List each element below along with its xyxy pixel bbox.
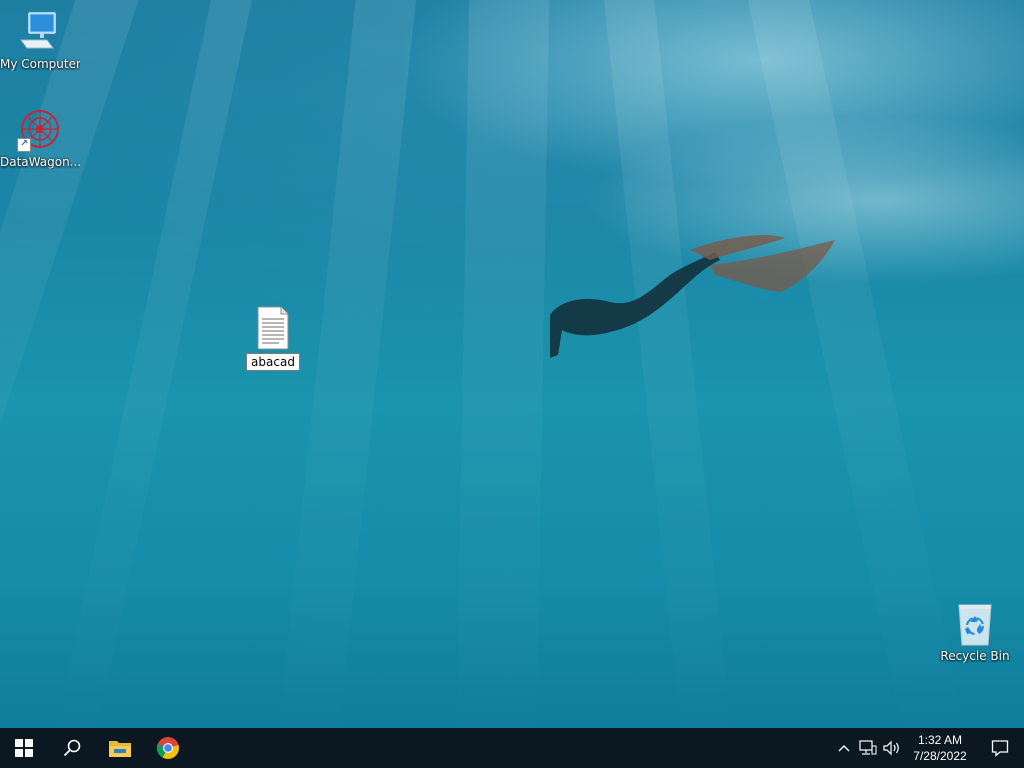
- file-explorer-icon: [109, 741, 131, 757]
- start-button[interactable]: [0, 728, 48, 768]
- light-ray: [455, 0, 550, 728]
- clock[interactable]: 1:32 AM 7/28/2022: [904, 732, 976, 764]
- volume-button[interactable]: [880, 728, 904, 768]
- network-icon: [859, 740, 877, 755]
- taskbar-file-explorer[interactable]: [96, 728, 144, 768]
- desktop-background[interactable]: My Computer ↗ DataWagon... abacad Recycl…: [0, 0, 1024, 728]
- shortcut-arrow-icon: ↗: [17, 138, 31, 152]
- computer-icon: [17, 10, 61, 54]
- notification-icon: [991, 740, 1009, 757]
- clock-date: 7/28/2022: [913, 749, 967, 763]
- desktop-icon-label: DataWagon...: [0, 155, 80, 169]
- text-file-icon: [251, 306, 295, 350]
- desktop-icon-recycle-bin[interactable]: Recycle Bin: [936, 602, 1014, 663]
- recycle-bin-icon: [953, 602, 997, 646]
- search-button[interactable]: [48, 728, 96, 768]
- desktop-icon-abacad[interactable]: abacad: [234, 306, 312, 371]
- freediver-silhouette: [550, 235, 835, 358]
- desktop-icon-my-computer[interactable]: My Computer: [0, 10, 80, 71]
- show-hidden-icons-button[interactable]: [832, 728, 856, 768]
- windows-logo-icon: [15, 739, 33, 757]
- desktop-icon-label: My Computer: [0, 57, 80, 71]
- desktop-icon-label: Recycle Bin: [940, 649, 1010, 663]
- taskbar-chrome[interactable]: [144, 728, 192, 768]
- network-button[interactable]: [856, 728, 880, 768]
- datawagon-icon: ↗: [17, 108, 61, 152]
- taskbar: 1:32 AM 7/28/2022: [0, 728, 1024, 768]
- action-center-button[interactable]: [976, 728, 1024, 768]
- desktop-icon-datawagon[interactable]: ↗ DataWagon...: [0, 108, 80, 169]
- chrome-icon: [156, 737, 179, 759]
- volume-icon: [883, 740, 899, 756]
- desktop-icon-label: abacad: [246, 353, 300, 371]
- system-tray: 1:32 AM 7/28/2022: [832, 728, 1024, 768]
- search-icon: [63, 739, 81, 757]
- clock-time: 1:32 AM: [917, 733, 963, 747]
- chevron-up-icon: [838, 745, 850, 752]
